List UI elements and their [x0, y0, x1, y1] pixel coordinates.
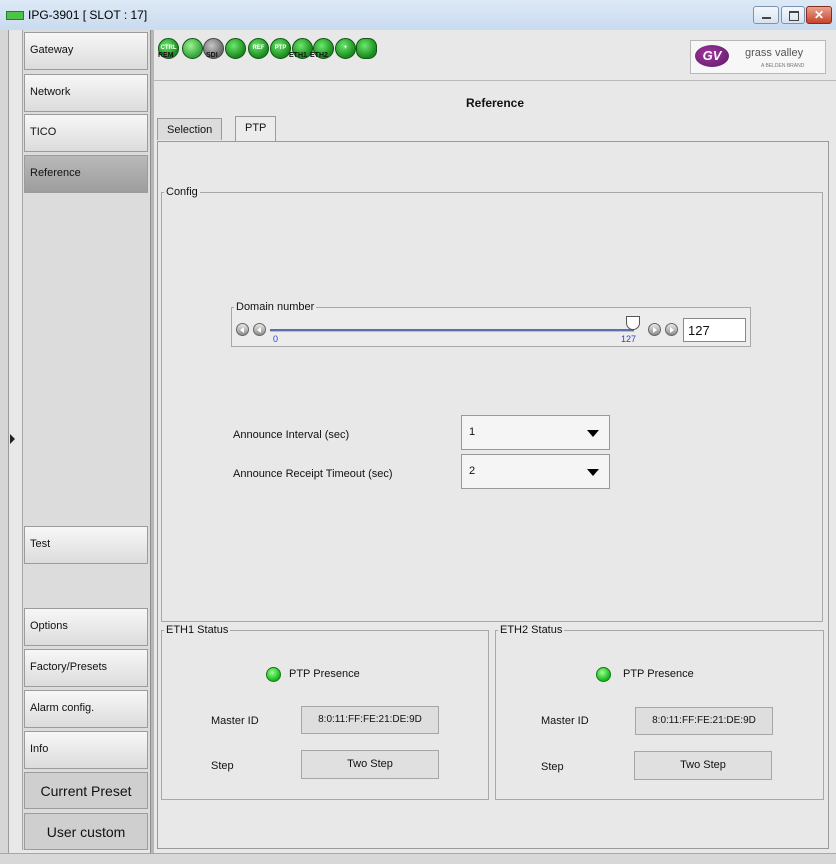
sidebar-item-options[interactable]: Options [24, 608, 148, 646]
announce-interval-label: Announce Interval (sec) [233, 429, 350, 441]
announce-timeout-select[interactable]: 2 [461, 454, 610, 489]
sidebar-item-tico[interactable]: TICO [24, 114, 148, 152]
eth1-ptp-presence-led-icon [266, 667, 281, 682]
header-divider [154, 80, 836, 81]
plus-status-icon[interactable]: + [335, 38, 356, 59]
eth2-ptp-presence-label: PTP Presence [623, 668, 694, 680]
title-bar: IPG-3901 [ SLOT : 17] ✕ [0, 0, 836, 31]
close-button[interactable]: ✕ [806, 6, 832, 24]
eth1-caption: ETH1 [289, 52, 307, 59]
announce-interval-value: 1 [469, 426, 476, 438]
status-icon-4[interactable] [225, 38, 246, 59]
ptp-status-icon[interactable]: PTP [270, 38, 291, 59]
domain-number-input[interactable]: 127 [683, 318, 746, 342]
domain-slider-thumb[interactable] [626, 316, 640, 330]
eth2-ptp-presence-led-icon [596, 667, 611, 682]
refresh-icon[interactable] [356, 38, 377, 59]
announce-timeout-value: 2 [469, 465, 476, 477]
window-bottom-edge [0, 853, 836, 864]
eth1-legend: ETH1 Status [166, 624, 229, 636]
sidebar-item-network[interactable]: Network [24, 74, 148, 112]
logo-sub: A BELDEN BRAND [761, 63, 805, 69]
slider-value-label: 127 [621, 334, 637, 344]
sidebar-item-gateway[interactable]: Gateway [24, 32, 148, 70]
minimize-button[interactable] [753, 6, 779, 24]
eth1-master-id-value: 8:0:11:FF:FE:21:DE:9D [301, 706, 439, 734]
sidebar-item-reference[interactable]: Reference [24, 155, 148, 193]
link-status-icon[interactable] [182, 38, 203, 59]
eth2-step-label: Step [541, 761, 564, 773]
slider-decrement-button[interactable] [253, 323, 266, 336]
maximize-button[interactable] [781, 6, 805, 24]
gv-logo-icon: GV [695, 45, 729, 67]
domain-legend: Domain number [236, 301, 315, 313]
expand-arrow-icon[interactable] [10, 434, 15, 444]
eth2-master-id-label: Master ID [541, 715, 589, 727]
domain-slider-track[interactable] [270, 329, 634, 332]
page-title: Reference [465, 96, 525, 110]
config-legend: Config [166, 186, 198, 198]
eth2-legend: ETH2 Status [500, 624, 563, 636]
eth2-step-value: Two Step [634, 751, 772, 780]
current-preset-button[interactable]: Current Preset [24, 772, 148, 809]
tab-ptp[interactable]: PTP [235, 116, 277, 142]
eth2-caption: ETH2 [310, 52, 328, 59]
slider-increment-button[interactable] [648, 323, 661, 336]
slider-min-label: 0 [273, 334, 279, 344]
sidebar-item-alarm-config[interactable]: Alarm config. [24, 690, 148, 728]
eth1-ptp-presence-label: PTP Presence [289, 668, 360, 680]
ref-status-icon[interactable]: REF [248, 38, 269, 59]
eth2-master-id-value: 8:0:11:FF:FE:21:DE:9D [635, 707, 773, 735]
slider-max-button[interactable] [665, 323, 678, 336]
eth1-step-label: Step [211, 760, 234, 772]
sidebar-item-test[interactable]: Test [24, 526, 148, 564]
config-group: Config [161, 186, 823, 622]
tab-selection[interactable]: Selection [157, 118, 223, 140]
user-custom-button[interactable]: User custom [24, 813, 148, 850]
slider-min-button[interactable] [236, 323, 249, 336]
collapse-strip[interactable] [0, 30, 9, 863]
announce-timeout-label: Announce Receipt Timeout (sec) [233, 468, 393, 480]
announce-interval-select[interactable]: 1 [461, 415, 610, 450]
rem-caption: REM [158, 52, 174, 59]
eth1-master-id-label: Master ID [211, 715, 259, 727]
sdi-caption: SDI [206, 52, 218, 59]
app-icon [6, 11, 24, 20]
sidebar-item-info[interactable]: Info [24, 731, 148, 769]
logo-name: grass valley [745, 47, 804, 59]
grass-valley-logo: GV grass valley A BELDEN BRAND [690, 40, 826, 74]
window-title: IPG-3901 [ SLOT : 17] [28, 8, 148, 22]
eth1-step-value: Two Step [301, 750, 439, 779]
chevron-down-icon [587, 430, 599, 437]
sidebar-item-factory-presets[interactable]: Factory/Presets [24, 649, 148, 687]
chevron-down-icon [587, 469, 599, 476]
